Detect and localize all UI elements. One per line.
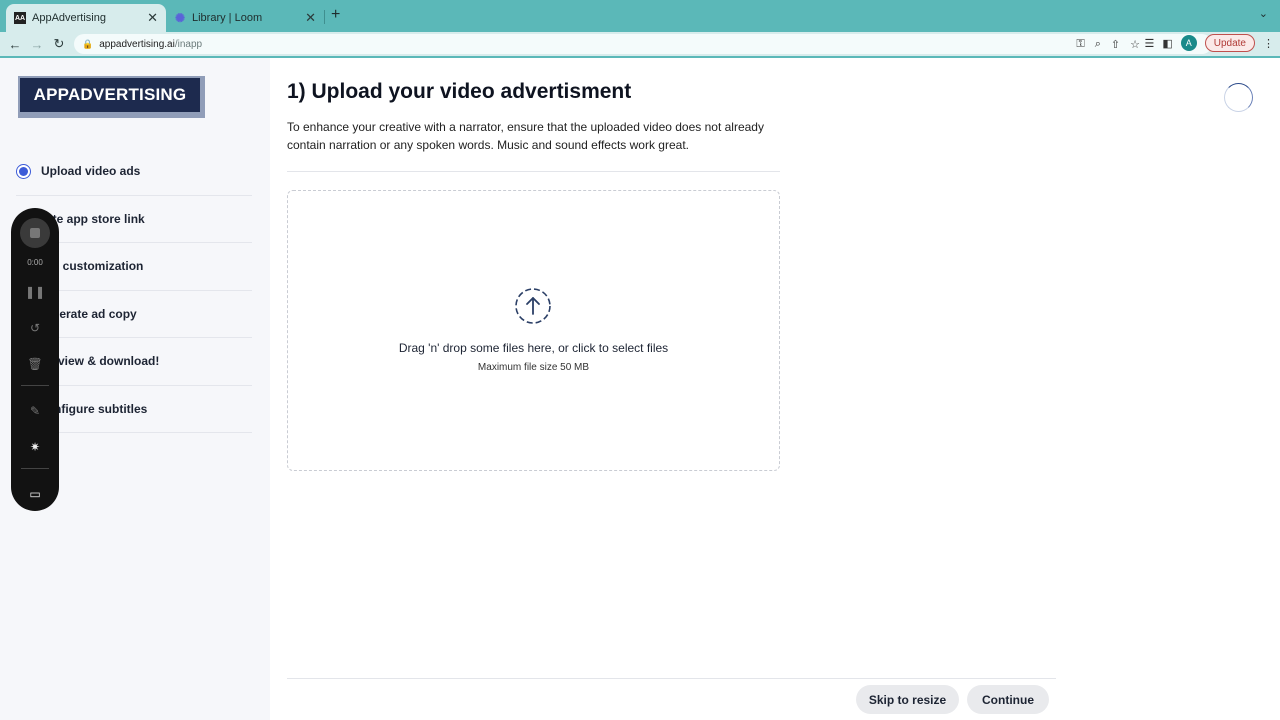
tab-title: AppAdvertising [32, 12, 106, 24]
file-dropzone[interactable]: Drag 'n' drop some files here, or click … [287, 190, 780, 471]
appadvertising-favicon-icon: AA [14, 12, 26, 24]
lock-icon[interactable]: 🔒 [82, 39, 93, 50]
forward-arrow-icon[interactable]: → [26, 37, 48, 52]
recorder-divider [21, 468, 49, 469]
loom-recorder-toolbar: 0:00 ❚❚ ↺ 🗑 ✎ ✷ ▭ [11, 208, 59, 511]
tab-loom-library[interactable]: ✺ Library | Loom ✕ [166, 4, 324, 32]
recording-timer: 0:00 [27, 258, 43, 267]
back-arrow-icon[interactable]: ← [4, 37, 26, 52]
stop-icon [30, 228, 40, 238]
skip-to-resize-button[interactable]: Skip to resize [856, 685, 959, 714]
recorder-divider [21, 385, 49, 386]
pencil-icon[interactable]: ✎ [30, 400, 40, 422]
key-icon[interactable]: ⚿ [1076, 38, 1084, 51]
step-label: ce customization [46, 259, 144, 274]
close-tab-icon[interactable]: ✕ [305, 10, 316, 26]
reload-icon[interactable]: ↻ [48, 36, 70, 52]
dropzone-text: Drag 'n' drop some files here, or click … [398, 341, 669, 355]
url-path: /inapp [174, 38, 203, 50]
page-title: 1) Upload your video advertisment [287, 80, 632, 103]
step-label: Upload video ads [41, 164, 141, 179]
trash-icon[interactable]: 🗑 [27, 353, 42, 375]
dropzone-subtext: Maximum file size 50 MB [477, 362, 590, 373]
appadvertising-logo[interactable]: APPADVERTISING [20, 78, 200, 112]
loom-favicon-icon: ✺ [174, 11, 186, 25]
profile-avatar[interactable]: A [1180, 35, 1197, 51]
pause-icon[interactable]: ❚❚ [25, 281, 45, 303]
kebab-menu-icon[interactable]: ⋮ [1263, 37, 1274, 50]
zoom-icon[interactable]: ⌕ [1095, 38, 1101, 51]
section-divider [287, 171, 780, 172]
url-host: appadvertising.ai [99, 38, 175, 50]
tab-search-chevron-icon[interactable]: ⌄ [1259, 7, 1268, 20]
tab-separator [324, 10, 325, 24]
new-tab-icon[interactable]: + [331, 6, 340, 24]
browser-toolbar: ← → ↻ 🔒 appadvertising.ai/inapp ⚿ ⌕ ⇧ ☆ … [0, 32, 1280, 56]
tab-title: Library | Loom [192, 12, 263, 24]
bookmark-star-icon[interactable]: ☆ [1130, 38, 1140, 51]
browser-tab-bar: AA AppAdvertising ✕ ✺ Library | Loom ✕ +… [0, 0, 1280, 32]
tab-appadvertising[interactable]: AA AppAdvertising ✕ [6, 4, 166, 32]
step-label: nfigure subtitles [54, 401, 148, 416]
step-radio-selected-icon [16, 163, 31, 179]
footer-divider [287, 678, 1056, 679]
continue-button[interactable]: Continue [967, 685, 1049, 714]
update-button[interactable]: Update [1204, 34, 1255, 52]
upload-arrow-icon [515, 288, 551, 324]
side-panel-icon[interactable]: ◧ [1162, 37, 1172, 50]
page-description: To enhance your creative with a narrator… [287, 120, 764, 152]
step-label: view & download! [58, 354, 160, 369]
camera-icon[interactable]: ▭ [29, 483, 40, 505]
step-upload-video-ads[interactable]: Upload video ads [16, 148, 252, 196]
reading-list-icon[interactable]: ☰ [1144, 37, 1154, 50]
step-label: ste app store link [46, 211, 145, 226]
confetti-icon[interactable]: ✷ [30, 436, 40, 458]
address-bar[interactable]: 🔒 appadvertising.ai/inapp ⚿ ⌕ ⇧ ☆ [74, 34, 1212, 54]
close-tab-icon[interactable]: ✕ [147, 10, 158, 26]
share-icon[interactable]: ⇧ [1111, 38, 1120, 51]
loading-spinner-icon [1224, 83, 1253, 112]
stop-recording-button[interactable] [20, 218, 50, 248]
step-label: nerate ad copy [52, 306, 137, 321]
restart-icon[interactable]: ↺ [30, 317, 40, 339]
